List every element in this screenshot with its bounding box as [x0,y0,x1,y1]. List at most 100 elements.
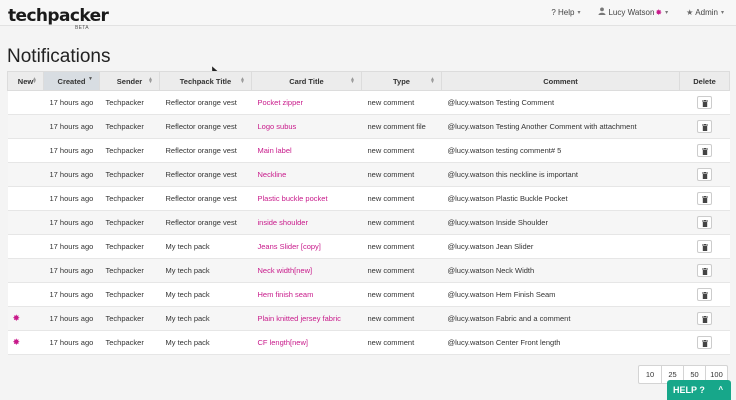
column-header-techpack-title[interactable]: Techpack Title ▲ ▼ [159,71,252,91]
card-title-link[interactable]: inside shoulder [251,210,362,235]
card-title-link[interactable]: CF length[new] [251,330,362,355]
cell-comment: @lucy.watson testing comment# 5 [441,138,680,163]
card-title-link[interactable]: Plastic buckle pocket [251,186,362,211]
new-indicator [7,258,44,283]
help-button-label: HELP ? [673,385,705,395]
cell-created: 17 hours ago [43,330,100,355]
cell-techpack: Reflector orange vest [159,162,252,187]
new-indicator [7,138,44,163]
new-indicator [7,234,44,259]
delete-button[interactable] [697,288,712,301]
cell-type: new comment [361,330,442,355]
delete-button[interactable] [697,216,712,229]
table-row: 17 hours ago Techpacker My tech pack Neck w… [7,258,730,283]
cell-created: 17 hours ago [43,90,100,115]
delete-button[interactable] [697,336,712,349]
new-indicator [7,114,44,139]
cell-delete [679,330,730,355]
column-header-new[interactable]: New ▲ ▼ [7,71,44,91]
column-header-delete: Delete [679,71,730,91]
table-row: 17 hours ago Techpacker Reflector orange v… [7,138,730,163]
card-title-link[interactable]: Main label [251,138,362,163]
trash-icon [702,220,708,227]
card-title-link[interactable]: Neckline [251,162,362,187]
card-title-link[interactable]: Hem finish seam [251,282,362,307]
cell-sender: Techpacker [99,114,160,139]
column-header-type[interactable]: Type ▲ ▼ [361,71,442,91]
cell-created: 17 hours ago [43,306,100,331]
table-row: 17 hours ago Techpacker Reflector orange v… [7,210,730,235]
table-row: 17 hours ago Techpacker My tech pack Jeans … [7,234,730,259]
delete-button[interactable] [697,192,712,205]
cell-sender: Techpacker [99,162,160,187]
user-menu[interactable]: Lucy Watson ✸ ▾ [598,7,668,17]
new-indicator [7,186,44,211]
cell-comment: @lucy.watson Fabric and a comment [441,306,680,331]
cell-techpack: My tech pack [159,282,252,307]
column-header-label: Sender [116,76,143,86]
new-indicator [7,210,44,235]
card-title-link[interactable]: Logo subus [251,114,362,139]
page-title: Notifications [7,46,111,67]
cell-sender: Techpacker [99,138,160,163]
cell-techpack: Reflector orange vest [159,210,252,235]
cell-comment: @lucy.watson Plastic Buckle Pocket [441,186,680,211]
cell-sender: Techpacker [99,258,160,283]
card-title-link[interactable]: Neck width[new] [251,258,362,283]
cell-delete [679,258,730,283]
cell-delete [679,138,730,163]
trash-icon [702,172,708,179]
delete-button[interactable] [697,312,712,325]
admin-menu[interactable]: ★ Admin ▾ [686,7,724,17]
column-header-card-title[interactable]: Card Title ▲ ▼ [251,71,362,91]
cell-sender: Techpacker [99,306,160,331]
cell-comment: @lucy.watson Inside Shoulder [441,210,680,235]
sort-icon: ▲ ▼ [430,76,435,85]
card-title-link[interactable]: Plain knitted jersey fabric [251,306,362,331]
cell-comment: @lucy.watson Center Front length [441,330,680,355]
table-body: 17 hours ago Techpacker Reflector orange v… [7,90,730,355]
cell-sender: Techpacker [99,330,160,355]
trash-icon [702,292,708,299]
cell-created: 17 hours ago [43,258,100,283]
column-header-label: Delete [693,76,716,86]
cell-techpack: Reflector orange vest [159,186,252,211]
help-menu[interactable]: ? Help ▾ [551,7,580,17]
delete-button[interactable] [697,120,712,133]
delete-button[interactable] [697,96,712,109]
cell-type: new comment [361,234,442,259]
cell-comment: @lucy.watson Jean Slider [441,234,680,259]
chevron-down-icon: ▾ [665,9,669,16]
column-header-sender[interactable]: Sender ▲ ▼ [99,71,160,91]
user-icon [598,7,606,17]
delete-button[interactable] [697,240,712,253]
column-header-created[interactable]: Created ▼ [43,71,100,91]
cell-type: new comment [361,258,442,283]
table-row: ✸ 17 hours ago Techpacker My tech pack CF le… [7,330,730,355]
cell-delete [679,186,730,211]
cell-created: 17 hours ago [43,114,100,139]
cell-sender: Techpacker [99,90,160,115]
cell-type: new comment file [361,114,442,139]
delete-button[interactable] [697,168,712,181]
cell-type: new comment [361,306,442,331]
cell-comment: @lucy.watson Testing Comment [441,90,680,115]
notification-icon: ✸ [655,7,663,17]
cell-techpack: My tech pack [159,306,252,331]
card-title-link[interactable]: Pocket zipper [251,90,362,115]
new-indicator: ✸ [7,330,44,355]
sort-icon: ▲ ▼ [350,76,355,85]
card-title-link[interactable]: Jeans Slider [copy] [251,234,362,259]
delete-button[interactable] [697,264,712,277]
trash-icon [702,148,708,155]
column-header-label: Type [393,76,410,86]
new-indicator: ✸ [7,306,44,331]
cell-type: new comment [361,282,442,307]
cell-created: 17 hours ago [43,186,100,211]
notifications-table-wrapper: New ▲ ▼ Created ▼ Sender ▲ ▼ Techpack Title ▲ ▼ Car… [7,71,730,355]
delete-button[interactable] [697,144,712,157]
page-size-option[interactable]: 10 [639,366,661,383]
help-button[interactable]: HELP ? ^ [667,380,731,400]
cell-created: 17 hours ago [43,234,100,259]
logo[interactable]: techpacker [8,6,109,26]
